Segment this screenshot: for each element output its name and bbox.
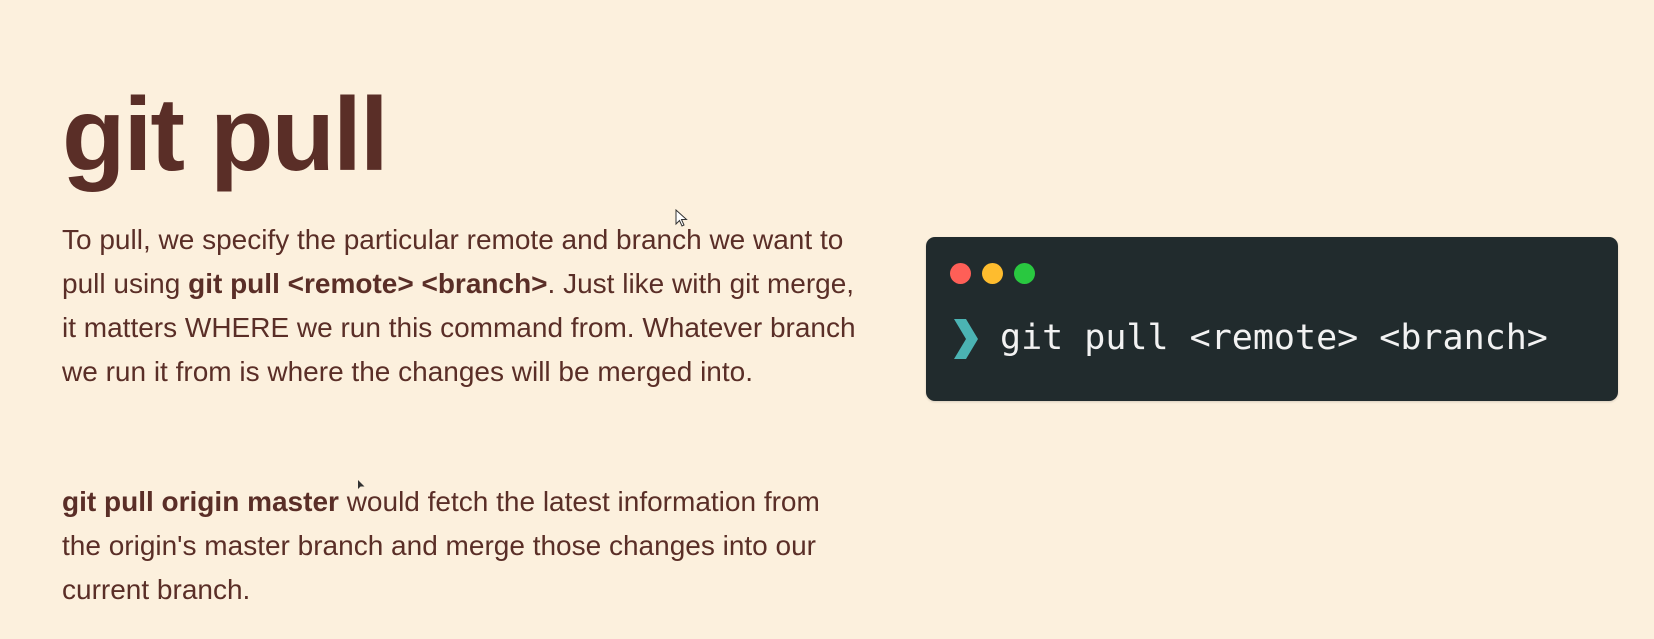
mouse-pointer-icon	[675, 209, 688, 227]
paragraph-pull-explanation: To pull, we specify the particular remot…	[62, 218, 862, 394]
terminal-window: git pull <remote> <branch>	[926, 237, 1618, 401]
inline-command: git pull origin master	[62, 486, 339, 517]
paragraph-pull-example: git pull origin master would fetch the l…	[62, 480, 862, 612]
terminal-command: git pull <remote> <branch>	[1000, 318, 1548, 358]
pointer-mark-icon	[358, 480, 365, 489]
close-dot-icon	[950, 263, 971, 284]
minimize-dot-icon	[982, 263, 1003, 284]
slide-title: git pull	[62, 77, 389, 193]
inline-command: git pull <remote> <branch>	[188, 268, 548, 299]
maximize-dot-icon	[1014, 263, 1035, 284]
prompt-chevron-icon	[954, 319, 978, 359]
